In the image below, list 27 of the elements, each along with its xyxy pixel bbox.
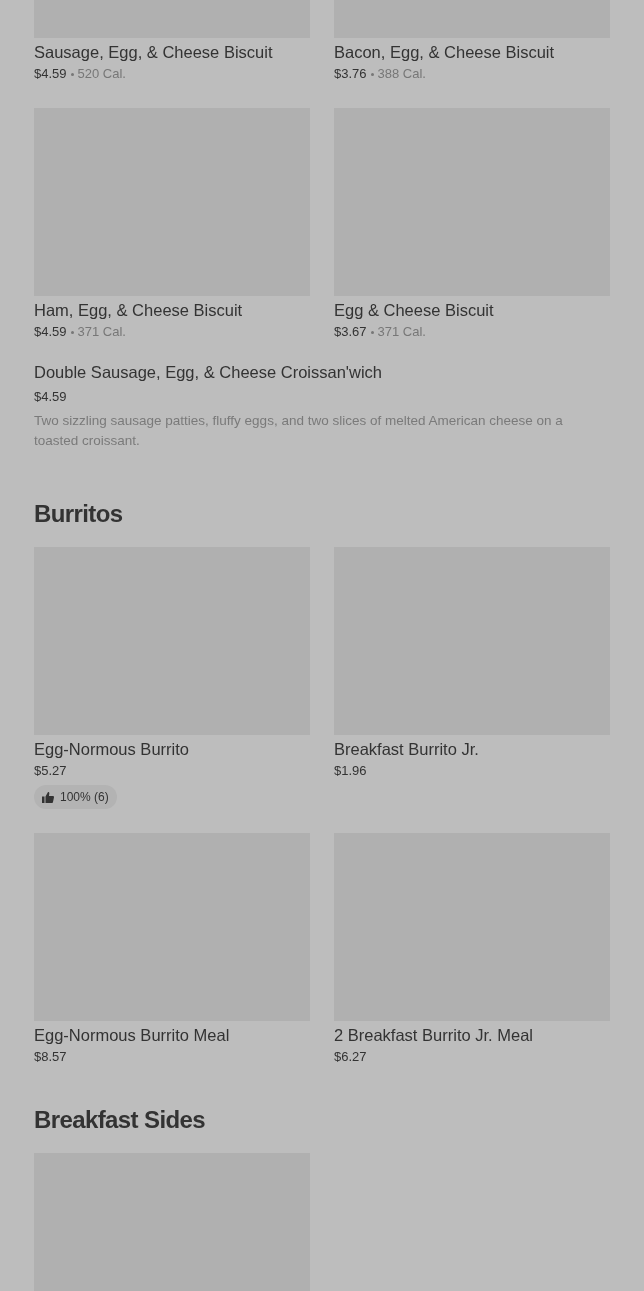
item-calories: 371 Cal.: [77, 323, 126, 341]
item-name: Egg & Cheese Biscuit: [334, 300, 495, 320]
item-calories: 371 Cal.: [377, 323, 426, 341]
item-calories: 520 Cal.: [77, 65, 126, 83]
item-price: $5.27: [34, 762, 67, 780]
item-name: Breakfast Burrito Jr.: [334, 739, 480, 759]
item-name: Egg-Normous Burrito: [34, 739, 190, 759]
item-name: Ham, Egg, & Cheese Biscuit: [34, 300, 244, 320]
rating-badge: 100% (6): [34, 785, 117, 809]
item-price: $3.67: [334, 323, 367, 341]
item-name: Bacon, Egg, & Cheese Biscuit: [334, 42, 556, 62]
item-price: $8.57: [34, 1048, 67, 1066]
item-name: 2 Breakfast Burrito Jr. Meal: [334, 1025, 534, 1045]
section-heading: Breakfast Sides: [34, 1105, 207, 1135]
item-name: Sausage, Egg, & Cheese Biscuit: [34, 42, 274, 62]
item-price: $4.59: [34, 323, 67, 341]
item-price: $4.59: [34, 388, 67, 406]
item-name: Double Sausage, Egg, & Cheese Croissan'wich: [34, 362, 383, 382]
item-price: $6.27: [334, 1048, 367, 1066]
item-name: Egg-Normous Burrito Meal: [34, 1025, 231, 1045]
item-description: Two sizzling sausage patties, fluffy eggs, and two slices of melted American cheese on a toasted croissant.: [34, 412, 564, 450]
item-price: $4.59: [34, 65, 67, 83]
section-heading: Burritos: [34, 499, 124, 529]
item-calories: 388 Cal.: [377, 65, 426, 83]
item-price: $1.96: [334, 762, 367, 780]
thumbs-up-icon: [42, 791, 54, 803]
item-price: $3.76: [334, 65, 367, 83]
